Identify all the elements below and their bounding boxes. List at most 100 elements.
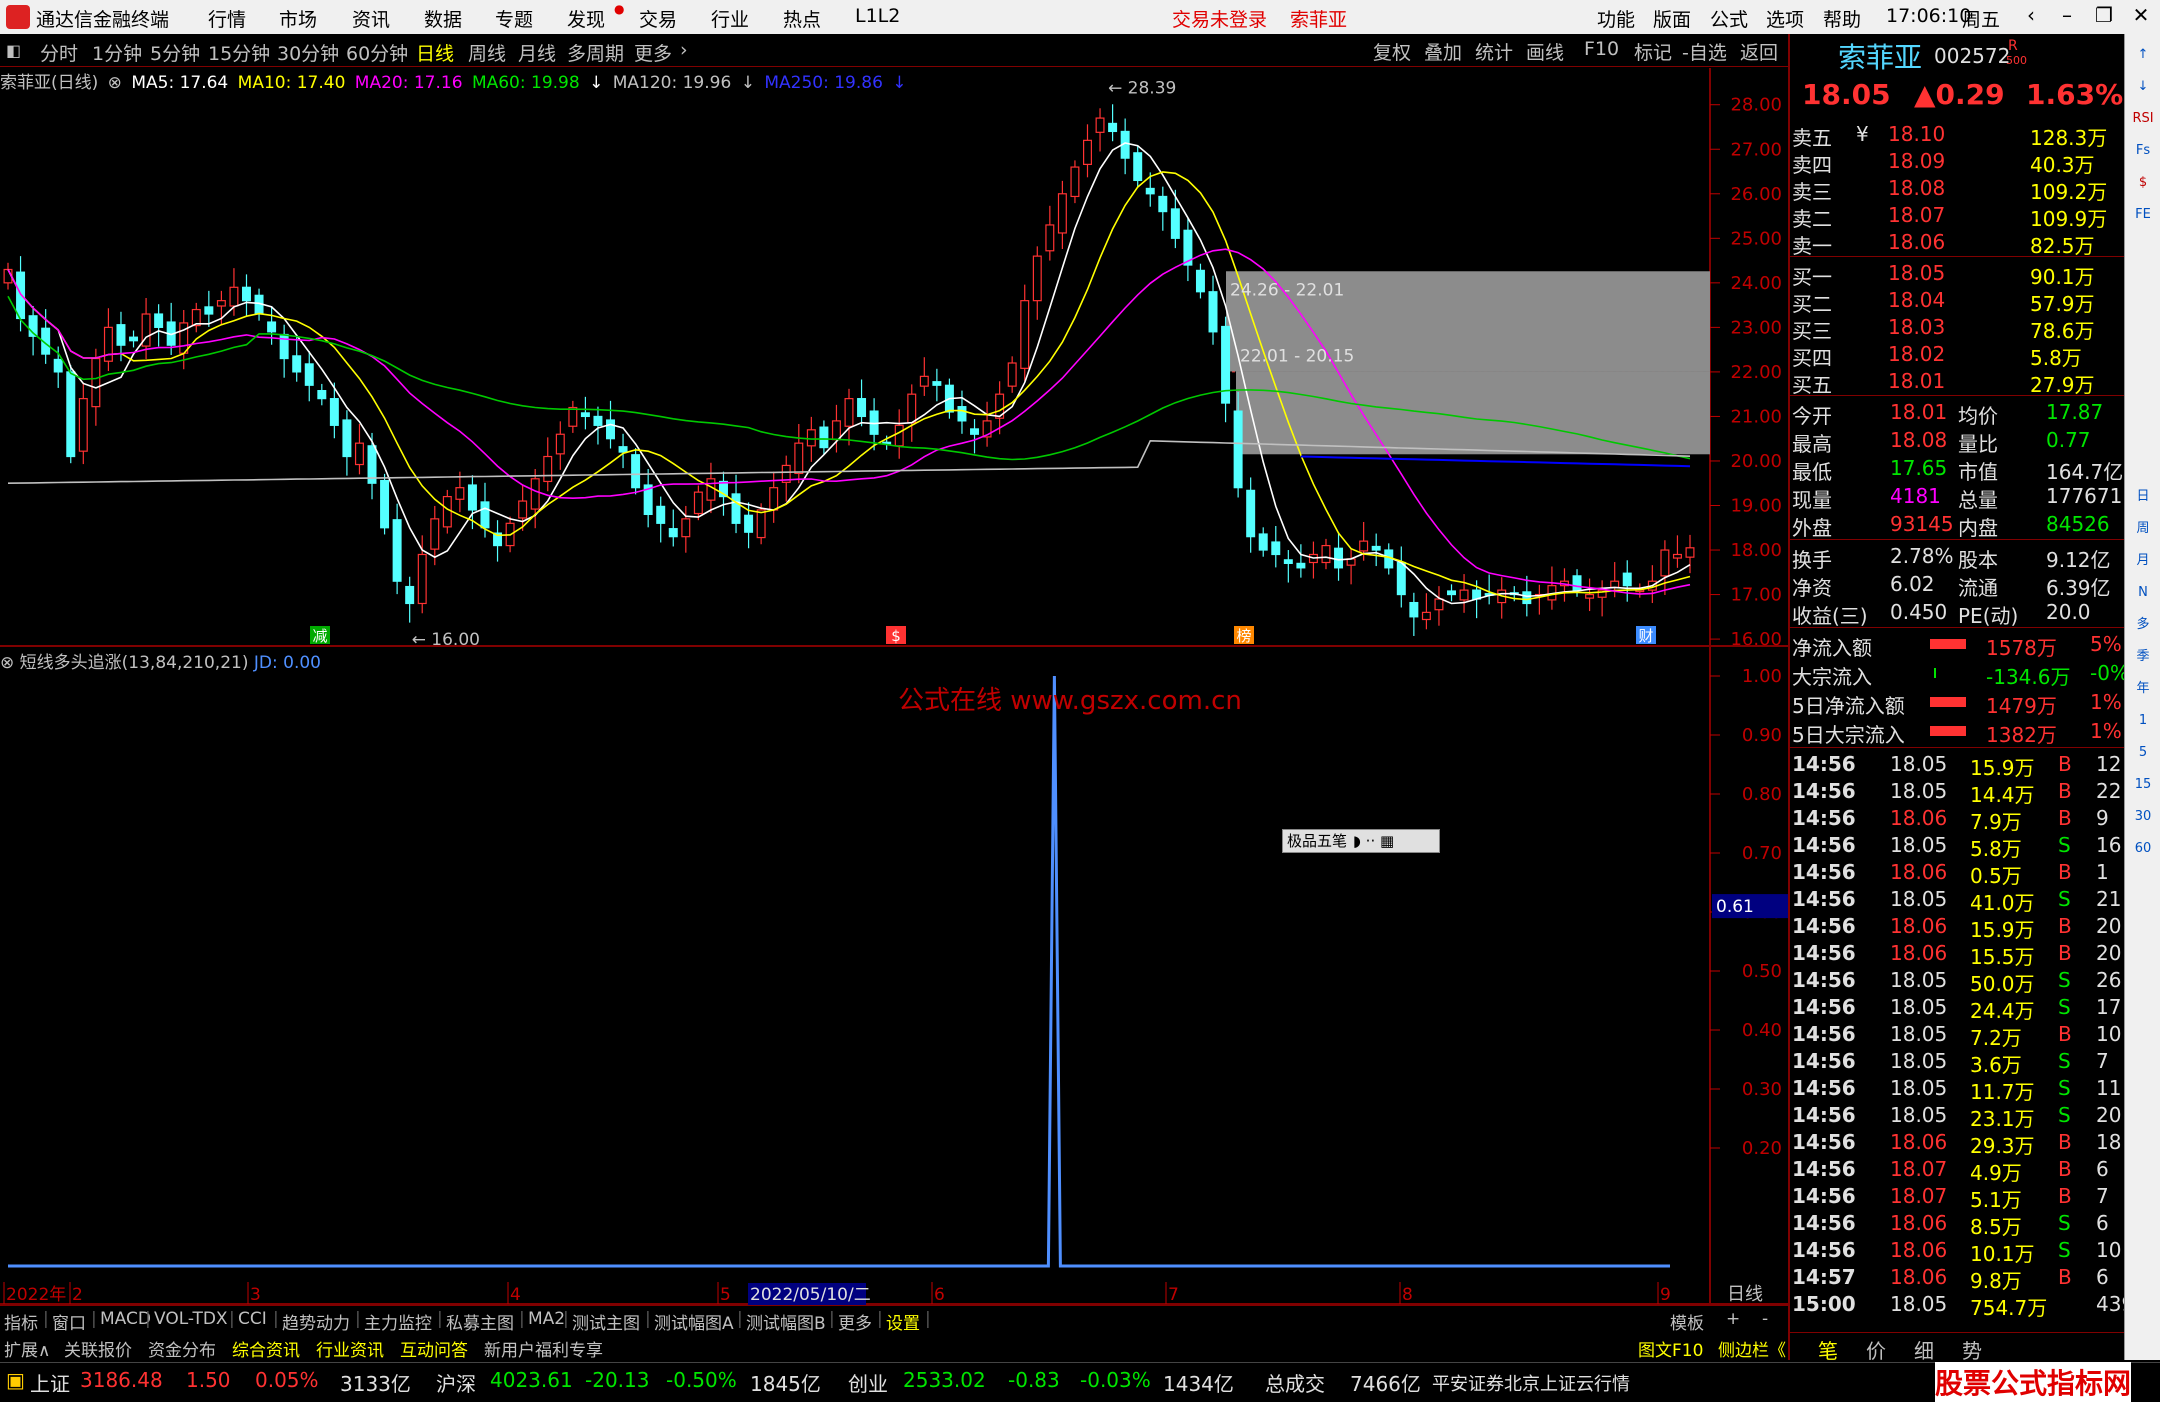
side-tool-16-icon[interactable]: 30 [2131, 806, 2155, 828]
buy-level-1[interactable]: 买一 18.05 90.1万 [1790, 259, 2124, 289]
panel-toggle-icon[interactable]: ◧ [6, 41, 21, 60]
side-tool-13-icon[interactable]: 1 [2131, 710, 2155, 732]
btn-diejia[interactable]: 叠加 [1424, 38, 1462, 65]
side-tool-6-icon[interactable]: 日 [2131, 486, 2155, 508]
stock-header[interactable]: 索菲亚 002572 R 500 [1790, 36, 2124, 76]
side-tool-11-icon[interactable]: 季 [2131, 646, 2155, 668]
side-tool-8-icon[interactable]: 月 [2131, 550, 2155, 572]
info-tab-0[interactable]: 扩展∧ [4, 1336, 50, 1361]
period-monthly[interactable]: 月线 [518, 39, 556, 66]
flow-row-3[interactable]: 5日大宗流入 1382万 1% [1790, 717, 2124, 747]
tick-row-2[interactable]: 14:56 18.06 7.9万 B 9 [1790, 804, 2124, 834]
side-tool-3-icon[interactable]: Fs [2131, 140, 2155, 162]
flow-row-0[interactable]: 净流入额 1578万 5% [1790, 630, 2124, 660]
period-15min[interactable]: 15分钟 [208, 39, 270, 66]
period-1min[interactable]: 1分钟 [92, 39, 142, 66]
tick-row-10[interactable]: 14:56 18.05 7.2万 B 10 [1790, 1020, 2124, 1050]
stats-row-2[interactable]: 最低 17.65 市值 164.7亿 [1790, 454, 2124, 484]
sidebar-tab-1[interactable]: 侧边栏《 [1718, 1336, 1786, 1361]
stats-row-4[interactable]: 外盘 93145 内盘 84526 [1790, 510, 2124, 540]
menu-hangye[interactable]: 行业 [711, 5, 749, 32]
tick-row-12[interactable]: 14:56 18.05 11.7万 S 11 [1790, 1074, 2124, 1104]
indicator-tab-12[interactable]: 更多 [838, 1309, 872, 1334]
indicator-tab-13[interactable]: 设置 [886, 1309, 920, 1334]
period-weekly[interactable]: 周线 [468, 39, 506, 66]
indicator-tab-10[interactable]: 测试幅图A [654, 1309, 734, 1334]
tick-row-9[interactable]: 14:56 18.05 24.4万 S 17 [1790, 993, 2124, 1023]
tick-row-14[interactable]: 14:56 18.06 29.3万 B 18 [1790, 1128, 2124, 1158]
stats-row-3[interactable]: 现量 4181 总量 177671 [1790, 482, 2124, 512]
tick-row-13[interactable]: 14:56 18.05 23.1万 S 20 [1790, 1101, 2124, 1131]
menu-zixun[interactable]: 资讯 [352, 5, 390, 32]
tick-row-0[interactable]: 14:56 18.05 15.9万 B 12 [1790, 750, 2124, 780]
status-menu-icon[interactable]: ▣ [6, 1368, 25, 1392]
tick-row-19[interactable]: 14:57 18.06 9.8万 B 6 [1790, 1263, 2124, 1293]
menu-jiaoyi[interactable]: 交易 [639, 5, 677, 32]
buy-level-3[interactable]: 买三 18.03 78.6万 [1790, 313, 2124, 343]
tick-row-15[interactable]: 14:56 18.07 4.9万 B 6 [1790, 1155, 2124, 1185]
indicator-tab-7[interactable]: 私募主图 [446, 1309, 514, 1334]
indicator-tab-3[interactable]: VOL-TDX [154, 1309, 228, 1329]
sell-level-1[interactable]: 卖五 ¥18.10 128.3万 [1790, 120, 2124, 150]
indicator-title[interactable]: 短线多头追涨(13,84,210,21) [20, 653, 249, 673]
tick-row-8[interactable]: 14:56 18.05 50.0万 S 26 [1790, 966, 2124, 996]
side-tool-5-icon[interactable]: FE [2131, 204, 2155, 226]
menu-banmian[interactable]: 版面 [1653, 5, 1691, 32]
indicator-tab-6[interactable]: 主力监控 [364, 1309, 432, 1334]
buy-level-2[interactable]: 买二 18.04 57.9万 [1790, 286, 2124, 316]
indicator-tab-11[interactable]: 测试幅图B [746, 1309, 826, 1334]
indicator-tab-8[interactable]: MA2 [528, 1309, 565, 1329]
period-60min[interactable]: 60分钟 [346, 39, 408, 66]
menu-zhuanti[interactable]: 专题 [495, 5, 533, 32]
hs-index-name[interactable]: 沪深 [436, 1368, 476, 1397]
price-header[interactable]: 18.05 ▲0.29 1.63% [1790, 78, 2124, 118]
tick-row-1[interactable]: 14:56 18.05 14.4万 B 22 [1790, 777, 2124, 807]
menu-hangqing[interactable]: 行情 [208, 5, 246, 32]
menu-l1l2[interactable]: L1L2 [855, 5, 900, 27]
quote-tab-3[interactable]: 势 [1962, 1335, 1982, 1364]
tick-row-16[interactable]: 14:56 18.07 5.1万 B 7 [1790, 1182, 2124, 1212]
tick-row-5[interactable]: 14:56 18.05 41.0万 S 21 [1790, 885, 2124, 915]
tick-row-6[interactable]: 14:56 18.06 15.9万 B 20 [1790, 912, 2124, 942]
side-tool-10-icon[interactable]: 多 [2131, 614, 2155, 636]
minimize-icon[interactable]: – [2052, 3, 2082, 27]
menu-faxian[interactable]: 发现 [567, 5, 605, 32]
quote-tab-2[interactable]: 细 [1914, 1335, 1934, 1364]
sell-level-5[interactable]: 卖一 18.06 82.5万 [1790, 228, 2124, 258]
kline-chart[interactable]: 28.0027.0026.0025.0024.0023.0022.0021.00… [0, 68, 1788, 1305]
indicator-tab-5[interactable]: 趋势动力 [282, 1309, 350, 1334]
btn-tongji[interactable]: 统计 [1475, 38, 1513, 65]
chevron-right-icon[interactable]: › [680, 39, 688, 61]
template-btn-2[interactable]: - [1762, 1309, 1768, 1329]
info-tab-4[interactable]: 行业资讯 [316, 1336, 384, 1361]
menu-gongshi[interactable]: 公式 [1710, 5, 1748, 32]
stats-row-1[interactable]: 最高 18.08 量比 0.77 [1790, 426, 2124, 456]
side-tool-2-icon[interactable]: RSI [2131, 108, 2155, 130]
tick-row-4[interactable]: 14:56 18.06 0.5万 B 1 [1790, 858, 2124, 888]
menu-bangzhu[interactable]: 帮助 [1823, 5, 1861, 32]
stats2-row-0[interactable]: 换手 2.78% 股本 9.12亿 [1790, 542, 2124, 572]
sidebar-tab-0[interactable]: 图文F10 [1638, 1336, 1703, 1361]
stats2-row-2[interactable]: 收益(三) 0.450 PE(动) 20.0 [1790, 598, 2124, 628]
tick-row-20[interactable]: 15:00 18.05 754.7万 439 [1790, 1290, 2134, 1320]
stats2-row-1[interactable]: 净资 6.02 流通 6.39亿 [1790, 570, 2124, 600]
period-multi[interactable]: 多周期 [567, 39, 624, 66]
info-tab-1[interactable]: 关联报价 [64, 1336, 132, 1361]
info-tab-3[interactable]: 综合资讯 [232, 1336, 300, 1361]
flow-row-1[interactable]: 大宗流入 -134.6万 -0% [1790, 659, 2129, 689]
side-tool-15-icon[interactable]: 15 [2131, 774, 2155, 796]
template-btn-1[interactable]: + [1726, 1309, 1740, 1329]
side-tool-14-icon[interactable]: 5 [2131, 742, 2155, 764]
ime-icons[interactable]: ◗ ·· ▦ [1353, 832, 1394, 850]
info-tab-6[interactable]: 新用户福利专享 [484, 1336, 603, 1361]
menu-redian[interactable]: 热点 [783, 5, 821, 32]
info-tab-2[interactable]: 资金分布 [148, 1336, 216, 1361]
menu-xuanxiang[interactable]: 选项 [1766, 5, 1804, 32]
sell-level-4[interactable]: 卖二 18.07 109.9万 [1790, 201, 2124, 231]
period-30min[interactable]: 30分钟 [277, 39, 339, 66]
ime-toolbar[interactable]: 极品五笔 ◗ ·· ▦ [1282, 829, 1440, 853]
sh-index-name[interactable]: 上证 [30, 1368, 70, 1397]
quote-tab-0[interactable]: 笔 [1818, 1335, 1838, 1364]
side-tool-4-icon[interactable]: $ [2131, 172, 2155, 194]
restore-icon[interactable]: ❐ [2089, 3, 2119, 27]
